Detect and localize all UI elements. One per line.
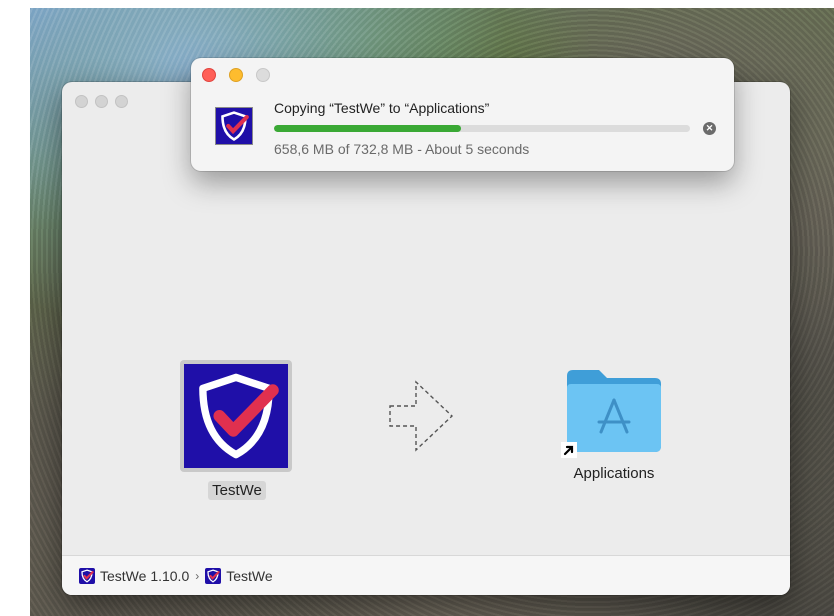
path-volume-label: TestWe 1.10.0: [100, 567, 190, 584]
testwe-app-label: TestWe: [208, 481, 266, 500]
testwe-app-item[interactable]: TestWe: [180, 360, 294, 500]
dashed-right-arrow-icon: [384, 376, 458, 456]
dialog-zoom-button: [256, 68, 270, 82]
stop-copy-button[interactable]: ✕: [703, 122, 716, 135]
path-crumb-item[interactable]: TestWe: [205, 567, 273, 584]
copy-progress-bar: [274, 125, 690, 132]
progress-fill: [274, 125, 461, 132]
applications-label: Applications: [573, 465, 655, 482]
applications-folder-icon: [561, 362, 665, 458]
dmg-content-area: TestWe Applications: [62, 120, 790, 555]
close-button[interactable]: [75, 95, 88, 108]
app-icon-selection: [180, 360, 292, 472]
path-separator: ›: [195, 568, 200, 583]
dialog-minimize-button[interactable]: [229, 68, 243, 82]
minimize-button[interactable]: [95, 95, 108, 108]
testwe-shield-icon: [215, 107, 253, 145]
copy-title: Copying “TestWe” to “Applications”: [274, 100, 490, 116]
path-crumb-volume[interactable]: TestWe 1.10.0: [79, 567, 190, 584]
copy-status: 658,6 MB of 732,8 MB - About 5 seconds: [274, 141, 530, 157]
copy-progress-dialog: Copying “TestWe” to “Applications” ✕ 658…: [191, 58, 734, 171]
path-bar: TestWe 1.10.0 › TestWe: [62, 555, 790, 595]
alias-arrow-icon: [561, 442, 577, 458]
zoom-button[interactable]: [115, 95, 128, 108]
testwe-shield-icon: [205, 567, 222, 584]
applications-folder-item[interactable]: Applications: [555, 362, 673, 483]
dialog-close-button[interactable]: [202, 68, 216, 82]
testwe-shield-icon: [184, 364, 288, 468]
testwe-shield-icon: [79, 567, 95, 584]
path-item-label: TestWe: [226, 567, 273, 584]
